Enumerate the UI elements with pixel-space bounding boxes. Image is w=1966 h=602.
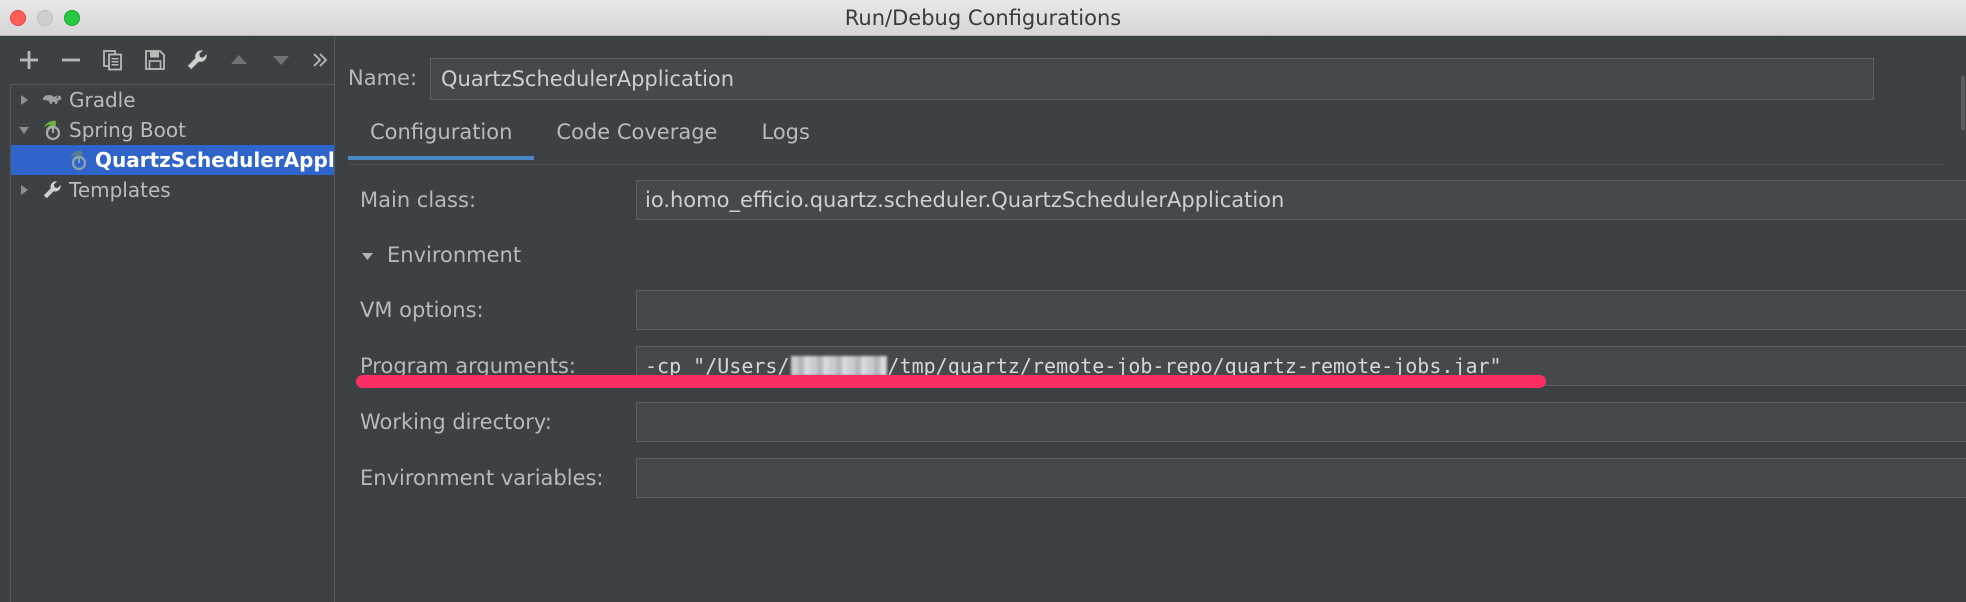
window-title: Run/Debug Configurations bbox=[844, 6, 1122, 30]
expand-arrow-collapsed-icon[interactable] bbox=[11, 93, 37, 107]
working-directory-label: Working directory: bbox=[360, 410, 552, 434]
tab-logs[interactable]: Logs bbox=[739, 114, 831, 160]
wrench-icon bbox=[37, 179, 67, 201]
tab-label: Code Coverage bbox=[556, 120, 718, 144]
move-down-button[interactable] bbox=[264, 44, 298, 76]
sidebar-item-quartzschedulerapplication[interactable]: QuartzSchedulerApplic bbox=[11, 145, 334, 175]
vm-options-input[interactable] bbox=[636, 290, 1966, 330]
sidebar-item-label: Spring Boot bbox=[69, 118, 186, 142]
copy-icon bbox=[101, 48, 125, 72]
wrench-icon bbox=[185, 48, 209, 72]
chevron-double-right-icon bbox=[308, 49, 330, 71]
program-arguments-highlighter-annotation bbox=[356, 375, 1546, 388]
environment-variables-row: Environment variables: bbox=[334, 450, 1966, 506]
working-directory-row: Working directory: bbox=[334, 394, 1966, 450]
tab-label: Configuration bbox=[370, 120, 513, 144]
window-titlebar: Run/Debug Configurations bbox=[0, 0, 1966, 36]
main-class-input[interactable]: io.homo_efficio.quartz.scheduler.QuartzS… bbox=[636, 180, 1966, 220]
tab-label: Logs bbox=[761, 120, 810, 144]
sidebar-item-label: Gradle bbox=[69, 88, 136, 112]
tab-configuration[interactable]: Configuration bbox=[348, 114, 535, 160]
main-class-row: Main class: io.homo_efficio.quartz.sched… bbox=[334, 172, 1966, 228]
move-up-button[interactable] bbox=[222, 44, 256, 76]
expand-arrow-expanded-icon[interactable] bbox=[11, 123, 37, 137]
sidebar-item-templates[interactable]: Templates bbox=[11, 175, 334, 205]
environment-section-label: Environment bbox=[387, 243, 522, 267]
spring-boot-leaf-icon bbox=[37, 119, 67, 141]
tab-active-indicator bbox=[348, 156, 535, 160]
working-directory-input[interactable] bbox=[636, 402, 1966, 442]
gradle-elephant-icon bbox=[37, 89, 67, 111]
configuration-tabs[interactable]: Configuration Code Coverage Logs bbox=[348, 114, 832, 164]
sidebar-item-label: Templates bbox=[69, 178, 171, 202]
triangle-up-icon bbox=[227, 48, 251, 72]
configuration-detail-panel: Name: QuartzSchedulerApplication Configu… bbox=[334, 36, 1966, 602]
environment-section-toggle[interactable]: Environment bbox=[360, 243, 521, 267]
vertical-scrollbar-thumb[interactable] bbox=[1961, 76, 1965, 130]
redacted-username-block bbox=[790, 356, 887, 376]
tab-active-indicator bbox=[739, 156, 831, 160]
name-input[interactable]: QuartzSchedulerApplication bbox=[430, 58, 1874, 100]
vm-options-row: VM options: bbox=[334, 282, 1966, 338]
run-debug-configurations-window: Run/Debug Configurations Gradle Spring B… bbox=[0, 0, 1966, 602]
remove-configuration-button[interactable] bbox=[54, 44, 88, 76]
copy-configuration-button[interactable] bbox=[96, 44, 130, 76]
name-label: Name: bbox=[348, 66, 418, 90]
sidebar-item-gradle[interactable]: Gradle bbox=[11, 85, 334, 115]
edit-templates-button[interactable] bbox=[180, 44, 214, 76]
sidebar-item-spring-boot[interactable]: Spring Boot bbox=[11, 115, 334, 145]
environment-variables-label: Environment variables: bbox=[360, 466, 604, 490]
expand-arrow-collapsed-icon[interactable] bbox=[11, 183, 37, 197]
spring-boot-leaf-icon bbox=[63, 149, 93, 171]
sidebar-item-label: QuartzSchedulerApplic bbox=[95, 148, 334, 172]
main-class-label: Main class: bbox=[360, 188, 477, 212]
configurations-sidebar: Gradle Spring Boot QuartzSchedulerApplic… bbox=[0, 84, 334, 602]
save-configuration-button[interactable] bbox=[138, 44, 172, 76]
minus-icon bbox=[59, 48, 83, 72]
triangle-down-icon bbox=[269, 48, 293, 72]
more-options-button[interactable] bbox=[302, 44, 336, 76]
chevron-down-icon bbox=[360, 248, 387, 263]
environment-variables-input[interactable] bbox=[636, 458, 1966, 498]
configurations-toolbar bbox=[0, 36, 340, 84]
configuration-form: Main class: io.homo_efficio.quartz.sched… bbox=[334, 172, 1966, 506]
vm-options-label: VM options: bbox=[360, 298, 484, 322]
environment-section-row: Environment bbox=[334, 228, 1966, 282]
tabs-separator bbox=[348, 164, 1944, 165]
plus-icon bbox=[17, 48, 41, 72]
add-configuration-button[interactable] bbox=[12, 44, 46, 76]
tab-code-coverage[interactable]: Code Coverage bbox=[534, 114, 739, 160]
tab-active-indicator bbox=[534, 156, 739, 160]
save-icon bbox=[143, 48, 167, 72]
configurations-tree[interactable]: Gradle Spring Boot QuartzSchedulerApplic… bbox=[10, 84, 334, 602]
